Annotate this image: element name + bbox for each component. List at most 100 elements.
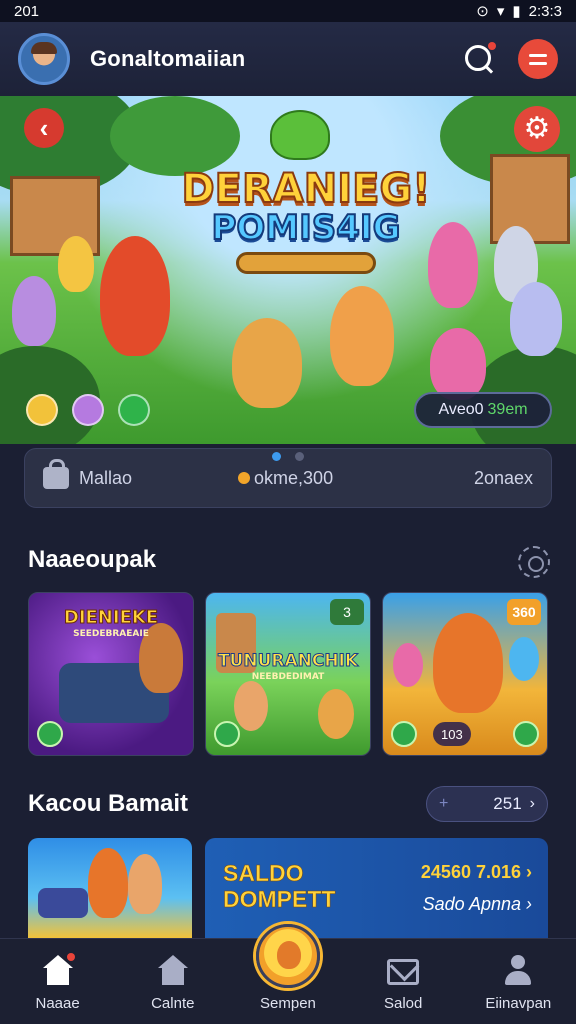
dog-character [330,286,394,386]
menu-line [529,53,547,57]
hero-banner[interactable]: ‹ ⚙ DERANIEG! POMIS4IG Aveo0 39em [0,96,576,444]
card-title: DIENIEKE SEEDEBRAEAIE [37,607,185,640]
hero-pill-prefix: Aveo0 [438,401,484,418]
sun-icon[interactable] [518,546,550,578]
plus-icon: + [439,795,449,812]
status-time: 2:3:3 [528,2,562,20]
section-title: Kacou Bamait [28,790,189,817]
dog-character [232,318,302,408]
cat-character [58,236,94,292]
section-title: Naaeoupak [28,546,157,573]
chevron-right-icon: › [529,795,535,812]
notification-dot [66,953,75,961]
info-middle-value: okme,300 [254,467,334,488]
card-title: TUNURANCHIK NEEBDEDIMAT [214,651,362,683]
card-title-text: DIENIEKE [63,607,159,629]
nav-item-home[interactable]: Naaae [0,939,115,1024]
promo-secondary-link[interactable]: Sado Apnna › [423,894,532,915]
notification-dot [488,42,496,50]
hero-coin-row [26,394,150,426]
hero-pill-value: 39em [487,401,528,418]
status-right: ⊙ ▾ ▮ 2:3:3 [476,2,562,21]
hero-game-logo: DERANIEG! POMIS4IG [176,165,436,274]
card-title-text: TUNURANCHIK [217,651,359,672]
user-icon [501,955,535,985]
tools-badge-icon: 3 [330,599,364,625]
dog-character [318,689,354,739]
info-left-label: Mallao [79,467,133,488]
leaf-badge-icon [391,721,417,747]
nav-item-profile[interactable]: Eiinavpan [461,939,576,1024]
alarm-icon: ⊙ [476,3,489,20]
back-arrow-icon[interactable]: ‹ [24,108,64,148]
menu-button[interactable] [518,39,558,79]
nav-item-shop[interactable]: Calnte [115,939,230,1024]
cat-character [393,643,423,687]
cart-illustration [38,888,88,918]
signal-icon: ▮ [512,3,521,20]
gear-icon[interactable]: ⚙ [514,106,560,152]
smile-coin-icon [26,394,58,426]
palm-foliage [110,96,240,176]
nav-label: Naaae [35,995,80,1012]
hero-logo-line1: DERANIEG! [180,165,431,213]
count-value: 251 [493,794,522,813]
app-header: Gonaltomaiian [0,22,576,96]
logo-scroll-ribbon [236,252,376,274]
fox-character [100,236,170,356]
hero-logo-line2: POMIS4IG [210,207,401,249]
shop-icon [156,955,190,985]
promo-balance-link[interactable]: 24560 7.016 › [421,862,532,883]
game-card[interactable]: DIENIEKE SEEDEBRAEAIE [28,592,194,756]
kid-character [128,854,162,914]
leaf-badge-icon [513,721,539,747]
search-icon[interactable] [462,42,496,76]
nav-label: Eiinavpan [485,995,552,1012]
mascot-coin-icon[interactable] [256,924,320,988]
status-bar: 201 ⊙ ▾ ▮ 2:3:3 [0,0,576,22]
menu-line [529,61,547,65]
card-stat: 103 [433,722,471,746]
promo-headline-line1: SALDO [223,860,304,887]
card-badge: 360 [507,599,541,625]
bird-character [509,637,539,681]
home-icon [41,953,75,985]
card-subtitle: NEEBDEDIMAT [251,672,325,682]
carousel-dot[interactable] [272,452,281,461]
leaf-badge-icon [214,721,240,747]
mail-icon [387,959,420,985]
green-coin-icon [118,394,150,426]
kid-character [234,681,268,731]
info-middle: okme,300 [238,468,333,489]
coin-icon [238,472,251,484]
fox-character [88,848,128,918]
nav-item-mail[interactable]: Salod [346,939,461,1024]
nav-label: Sempen [260,995,316,1012]
status-left-text: 201 [14,2,40,20]
wallet-promo-card[interactable]: SALDO DOMPETT 24560 7.016 › Sado Apnna › [205,838,548,938]
count-pill[interactable]: + 251 › [426,786,548,822]
wifi-icon: ▾ [496,3,505,20]
page-title: Gonaltomaiian [90,46,246,71]
card-subtitle: SEEDEBRAEAIE [73,629,149,639]
game-card[interactable]: TUNURANCHIK NEEBDEDIMAT 3 [205,592,371,756]
nav-label: Calnte [151,995,195,1012]
cat-character [12,276,56,346]
promo-image-card[interactable] [28,838,192,938]
cat-character [510,282,562,356]
cat-character [430,328,486,400]
carousel-dot[interactable] [295,452,304,461]
frog-mascot [270,110,330,160]
leaf-badge-icon [37,721,63,747]
gem-coin-icon [72,394,104,426]
fox-character [433,613,503,713]
house-right [490,154,570,244]
nav-label: Salod [383,995,423,1012]
game-card[interactable]: 360 103 [382,592,548,756]
promo-headline-line2: DOMPETT [223,886,336,913]
header-actions [462,39,558,79]
info-right-label: 2onaex [473,467,533,488]
promo-headline: SALDO DOMPETT [223,860,336,913]
hero-reward-pill[interactable]: Aveo0 39em [414,392,552,428]
avatar[interactable] [18,33,70,85]
